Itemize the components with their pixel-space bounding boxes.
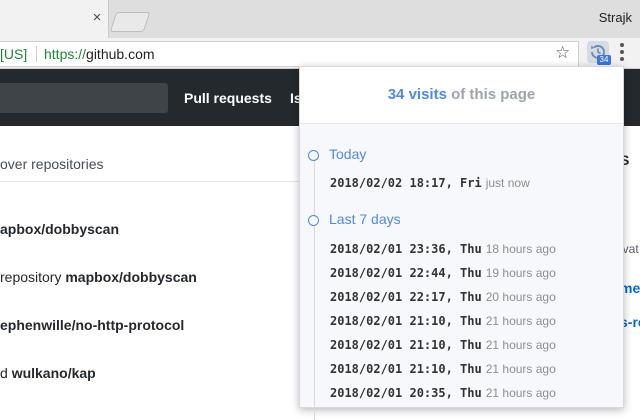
visit-datetime: 2018/02/01 22:17, Thu <box>330 290 482 304</box>
url-text[interactable]: https://github.com <box>44 46 155 62</box>
visit-item: 2018/02/01 22:17, Thu 20 hours ago <box>330 288 556 306</box>
visit-history-popup: 34 visits of this page Today 2018/02/02 … <box>299 66 624 420</box>
timeline-line <box>314 160 315 420</box>
popup-header: 34 visits of this page <box>300 67 623 124</box>
visit-relative-time: just now <box>485 176 530 190</box>
certificate-label[interactable]: [US] <box>0 46 27 62</box>
star-icon[interactable]: ☆ <box>555 43 570 63</box>
visit-datetime: 2018/02/01 21:10, Thu <box>330 314 482 328</box>
visit-relative-time: 19 hours ago <box>485 266 556 280</box>
popup-title: 34 visits of this page <box>300 86 623 103</box>
feed-repo-link[interactable]: mapbox/dobbyscan <box>65 269 196 285</box>
omnibox-separator <box>36 46 37 62</box>
visit-item: 2018/02/01 23:36, Thu 18 hours ago <box>330 240 556 258</box>
discover-repositories-link[interactable]: over repositories <box>0 156 104 172</box>
visit-datetime: 2018/02/01 23:36, Thu <box>330 242 482 256</box>
profile-name[interactable]: Strajk <box>599 10 632 25</box>
close-icon[interactable]: × <box>90 10 104 25</box>
visit-datetime: 2018/02/01 21:10, Thu <box>330 338 482 352</box>
url-host: github.com <box>86 46 155 62</box>
github-search-input[interactable] <box>0 83 168 113</box>
visit-item: 2018/02/01 21:10, Thu 21 hours ago <box>330 336 556 354</box>
timeline-dot-icon <box>308 150 319 161</box>
visit-relative-time: 21 hours ago <box>485 362 556 376</box>
feed-item-kap: d wulkano/kap <box>0 365 96 381</box>
feed-divider <box>0 181 300 182</box>
tab-strip: × Strajk <box>0 0 640 38</box>
browser-toolbar: [US] https://github.com ☆ 34 <box>0 38 640 69</box>
visit-count-suffix: of this page <box>446 86 536 103</box>
menu-icon[interactable] <box>619 43 625 61</box>
nav-pull-requests[interactable]: Pull requests <box>184 90 272 106</box>
feed-item-dobbyscan: repository mapbox/dobbyscan <box>0 269 197 285</box>
visit-relative-time: 21 hours ago <box>485 314 556 328</box>
visit-datetime: 2018/02/02 18:17, Fri <box>330 176 482 190</box>
visit-relative-time: 20 hours ago <box>485 290 556 304</box>
visit-count: 34 visits <box>387 86 447 103</box>
visit-item: 2018/02/01 21:10, Thu 21 hours ago <box>330 312 556 330</box>
visit-datetime: 2018/02/01 22:44, Thu <box>330 266 482 280</box>
feed-item-prefix: repository <box>0 269 66 285</box>
visit-datetime: 2018/02/01 21:10, Thu <box>330 362 482 376</box>
visit-item: 2018/02/01 20:35, Thu 21 hours ago <box>330 384 556 402</box>
visit-relative-time: 18 hours ago <box>485 242 556 256</box>
visit-datetime: 2018/02/01 20:35, Thu <box>330 386 482 400</box>
url-scheme: https:// <box>44 46 87 62</box>
extension-badge: 34 <box>597 55 611 65</box>
feed-repo-link[interactable]: wulkano/kap <box>12 365 96 381</box>
group-label-today: Today <box>329 146 367 162</box>
repo-link-dobbyscan[interactable]: apbox/dobbyscan <box>0 221 119 237</box>
new-tab-icon[interactable] <box>109 12 151 32</box>
group-label-last-7-days: Last 7 days <box>329 211 401 227</box>
feed-item-prefix: d <box>0 365 12 381</box>
visit-item: 2018/02/01 21:10, Thu 21 hours ago <box>330 360 556 378</box>
address-bar[interactable]: [US] https://github.com ☆ <box>0 41 579 67</box>
repo-link-no-http-protocol[interactable]: ephenwille/no-http-protocol <box>0 317 184 333</box>
visit-relative-time: 21 hours ago <box>485 338 556 352</box>
visit-item: 2018/02/02 18:17, Fri just now <box>330 174 530 192</box>
visit-relative-time: 21 hours ago <box>485 386 556 400</box>
extension-icon[interactable]: 34 <box>587 41 611 65</box>
timeline-dot-icon <box>308 215 319 226</box>
tab-github[interactable]: × <box>0 0 109 38</box>
visit-item: 2018/02/01 22:44, Thu 19 hours ago <box>330 264 556 282</box>
